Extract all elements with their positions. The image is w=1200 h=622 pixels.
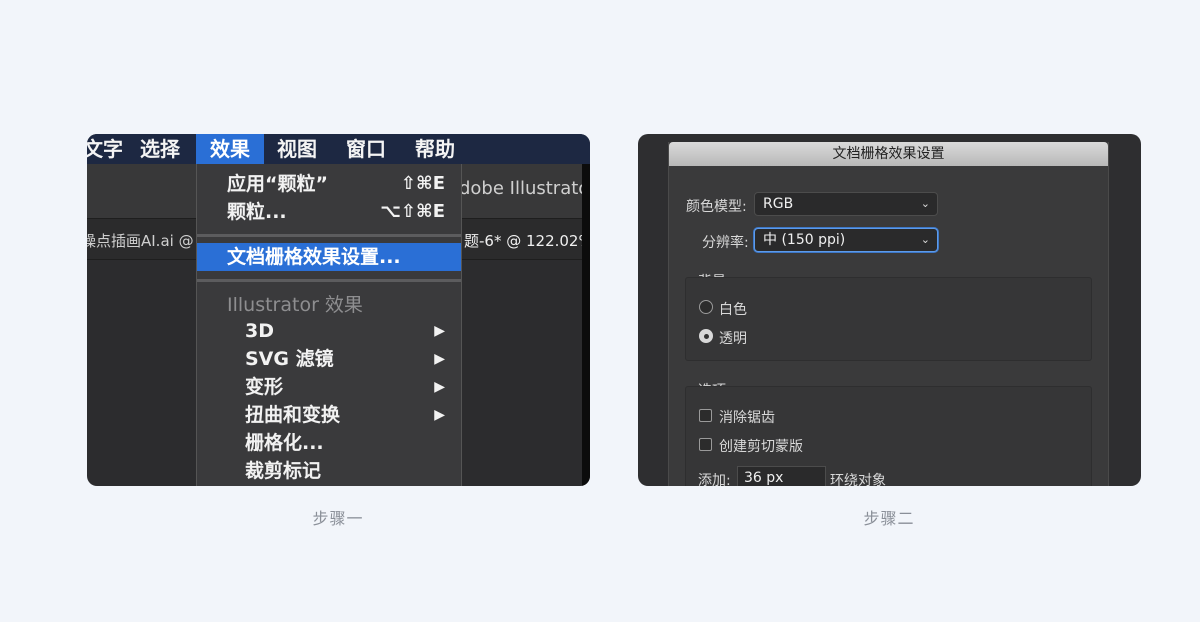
checkbox-clipmask[interactable] xyxy=(699,438,712,451)
apply-grain-shortcut: ⇧⌘E xyxy=(400,173,445,194)
window-edge xyxy=(582,164,590,486)
grain-label: 颗粒... xyxy=(227,201,287,223)
step1-screenshot: Adobe Illustrator 噪点插画AI.ai @ 题-6* @ 122… xyxy=(87,134,590,486)
app-title: Adobe Illustrator xyxy=(447,178,590,199)
raster-settings-dialog: 文档栅格效果设置 颜色模型: RGB ⌄ 分辨率: 中 (150 ppi) ⌄ … xyxy=(668,142,1109,486)
menu-item-label: 变形 xyxy=(245,376,284,398)
menu-item-label: 栅格化... xyxy=(245,432,324,454)
resolution-label: 分辨率: xyxy=(702,235,749,251)
menu-item-label: 裁剪标记 xyxy=(245,460,322,482)
illustrator-effects-header: Illustrator 效果 xyxy=(227,294,363,316)
radio-transparent-label: 透明 xyxy=(719,331,747,347)
menu-item-grain[interactable]: 颗粒... ⌥⇧⌘E xyxy=(197,198,461,226)
menu-item-3d[interactable]: 3D ▶ xyxy=(197,317,461,345)
menu-separator xyxy=(197,279,461,282)
submenu-arrow-icon: ▶ xyxy=(434,407,445,423)
add-padding-input[interactable]: 36 px xyxy=(737,466,826,486)
menu-item-svg-filters[interactable]: SVG 滤镜 ▶ xyxy=(197,345,461,373)
menu-help[interactable]: 帮助 xyxy=(415,134,455,164)
radio-white-label: 白色 xyxy=(719,302,747,318)
menu-view[interactable]: 视图 xyxy=(277,134,317,164)
color-model-value: RGB xyxy=(763,196,794,212)
grain-shortcut: ⌥⇧⌘E xyxy=(380,201,445,222)
add-suffix-label: 环绕对象 xyxy=(830,473,886,486)
doc-tab-left[interactable]: 噪点插画AI.ai @ xyxy=(87,230,194,251)
add-label: 添加: xyxy=(698,473,731,486)
submenu-arrow-icon: ▶ xyxy=(434,351,445,367)
menu-item-apply-grain[interactable]: 应用“颗粒” ⇧⌘E xyxy=(197,170,461,198)
radio-white[interactable] xyxy=(699,300,713,314)
background-group xyxy=(685,277,1092,361)
menu-select[interactable]: 选择 xyxy=(138,134,182,164)
submenu-arrow-icon: ▶ xyxy=(434,379,445,395)
resolution-value: 中 (150 ppi) xyxy=(763,232,846,248)
menu-separator xyxy=(197,234,461,237)
step2-screenshot: 文档栅格效果设置 颜色模型: RGB ⌄ 分辨率: 中 (150 ppi) ⌄ … xyxy=(638,134,1141,486)
menu-item-rasterize[interactable]: 栅格化... xyxy=(197,429,461,457)
dialog-title: 文档栅格效果设置 xyxy=(669,142,1108,166)
color-model-select[interactable]: RGB ⌄ xyxy=(754,192,938,216)
checkbox-antialias[interactable] xyxy=(699,409,712,422)
menu-window[interactable]: 窗口 xyxy=(346,134,386,164)
checkbox-clipmask-label: 创建剪切蒙版 xyxy=(719,439,803,455)
menu-item-crop-marks[interactable]: 裁剪标记 xyxy=(197,457,461,485)
menu-bar: 文字 选择 效果 视图 窗口 帮助 xyxy=(87,134,590,164)
menu-text[interactable]: 文字 xyxy=(87,134,125,164)
menu-item-warp[interactable]: 变形 ▶ xyxy=(197,373,461,401)
chevron-down-icon: ⌄ xyxy=(920,233,930,246)
raster-settings-label: 文档栅格效果设置... xyxy=(227,246,401,268)
step1-caption: 步骤一 xyxy=(312,509,364,528)
menu-item-distort-transform[interactable]: 扭曲和变换 ▶ xyxy=(197,401,461,429)
color-model-label: 颜色模型: xyxy=(686,199,747,215)
effect-dropdown-menu: 应用“颗粒” ⇧⌘E 颗粒... ⌥⇧⌘E 文档栅格效果设置... Illust… xyxy=(196,164,462,486)
step2-caption: 步骤二 xyxy=(863,509,915,528)
submenu-arrow-icon: ▶ xyxy=(434,323,445,339)
menu-effect[interactable]: 效果 xyxy=(196,134,264,164)
menu-item-label: 3D xyxy=(245,320,274,342)
doc-tab-right[interactable]: 题-6* @ 122.02% xyxy=(464,230,590,251)
resolution-select[interactable]: 中 (150 ppi) ⌄ xyxy=(754,228,938,252)
menu-item-label: SVG 滤镜 xyxy=(245,348,334,370)
checkbox-antialias-label: 消除锯齿 xyxy=(719,410,775,426)
radio-transparent[interactable] xyxy=(699,329,713,343)
menu-item-label: 扭曲和变换 xyxy=(245,404,341,426)
menu-item-raster-settings[interactable]: 文档栅格效果设置... xyxy=(197,243,461,271)
apply-grain-label: 应用“颗粒” xyxy=(227,173,328,195)
chevron-down-icon: ⌄ xyxy=(920,197,930,210)
